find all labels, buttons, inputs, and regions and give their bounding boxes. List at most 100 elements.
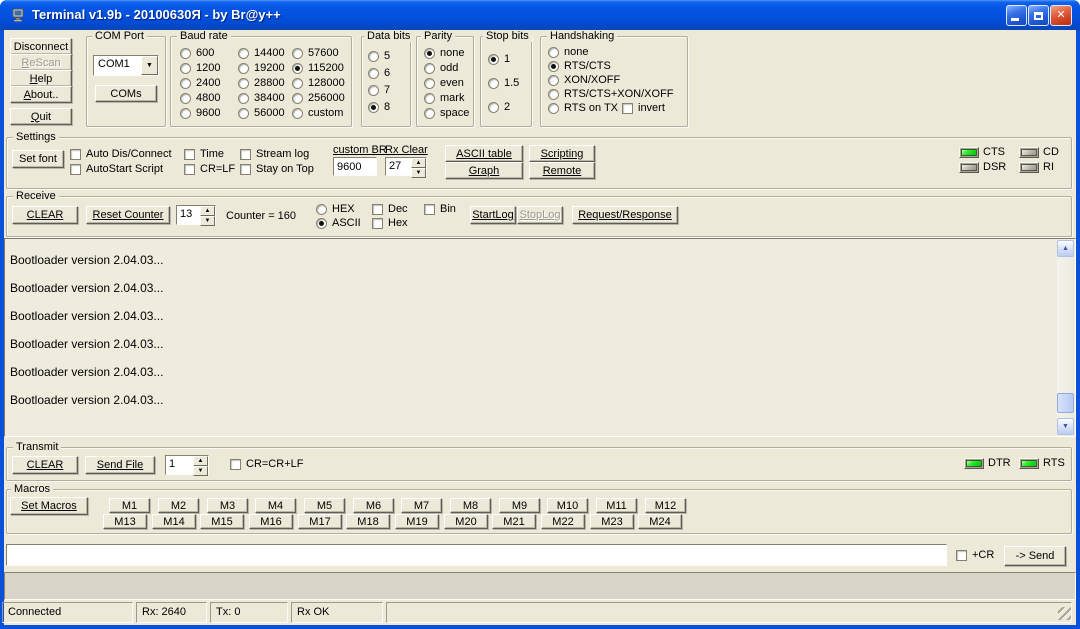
baud-57600-radio[interactable] xyxy=(292,48,303,59)
graph-button[interactable]: Graph xyxy=(445,162,523,179)
scroll-down-button[interactable]: ▼ xyxy=(1057,418,1074,435)
coms-button[interactable]: COMs xyxy=(95,85,157,102)
parity-none-radio[interactable] xyxy=(424,48,435,59)
send-file-button[interactable]: Send File xyxy=(85,456,155,474)
about-button[interactable]: About.. xyxy=(10,86,72,103)
transmit-clear-button[interactable]: CLEAR xyxy=(12,456,78,474)
macro-m9-button[interactable]: M9 xyxy=(499,498,540,513)
macro-m19-button[interactable]: M19 xyxy=(395,514,439,529)
baud-56000-radio[interactable] xyxy=(238,108,249,119)
stoplog-button[interactable]: StopLog xyxy=(517,206,563,224)
macro-m2-button[interactable]: M2 xyxy=(158,498,199,513)
stopbits-1-radio[interactable] xyxy=(488,54,499,65)
minimize-button[interactable] xyxy=(1006,5,1027,26)
autostart-script-checkbox[interactable] xyxy=(70,164,81,175)
help-button[interactable]: Help xyxy=(10,70,72,87)
baud-1200-radio[interactable] xyxy=(180,63,191,74)
hex-checkbox[interactable] xyxy=(372,218,383,229)
ascii-mode-radio[interactable] xyxy=(316,218,327,229)
resize-grip[interactable] xyxy=(1058,607,1071,620)
baud-115200-radio[interactable] xyxy=(292,63,303,74)
remote-button[interactable]: Remote xyxy=(529,162,595,179)
spin-down-icon[interactable]: ▼ xyxy=(193,466,208,476)
set-macros-button[interactable]: Set Macros xyxy=(10,497,88,515)
macro-m8-button[interactable]: M8 xyxy=(450,498,491,513)
receive-output-area[interactable]: Bootloader version 2.04.03... Bootloader… xyxy=(4,238,1076,437)
macro-m12-button[interactable]: M12 xyxy=(645,498,686,513)
baud-2400-radio[interactable] xyxy=(180,78,191,89)
baud-256000-radio[interactable] xyxy=(292,93,303,104)
stay-on-top-checkbox[interactable] xyxy=(240,164,251,175)
macro-m13-button[interactable]: M13 xyxy=(103,514,147,529)
databits-6-radio[interactable] xyxy=(368,68,379,79)
handshake-none-radio[interactable] xyxy=(548,47,559,58)
scroll-up-button[interactable]: ▲ xyxy=(1057,240,1074,257)
handshake-xonxoff-radio[interactable] xyxy=(548,75,559,86)
handshake-rtsontx-radio[interactable] xyxy=(548,103,559,114)
transmit-spinner[interactable]: 1 ▲ ▼ xyxy=(165,455,209,475)
com-port-select[interactable]: COM1 ▼ xyxy=(93,55,159,76)
macro-m5-button[interactable]: M5 xyxy=(304,498,345,513)
close-button[interactable]: ✕ xyxy=(1050,5,1072,26)
databits-5-radio[interactable] xyxy=(368,51,379,62)
time-checkbox[interactable] xyxy=(184,149,195,160)
baud-9600-radio[interactable] xyxy=(180,108,191,119)
macro-m21-button[interactable]: M21 xyxy=(492,514,536,529)
request-response-button[interactable]: Request/Response xyxy=(572,206,678,224)
stream-log-checkbox[interactable] xyxy=(240,149,251,160)
startlog-button[interactable]: StartLog xyxy=(470,206,516,224)
send-input[interactable] xyxy=(6,544,947,566)
crlf-checkbox[interactable] xyxy=(184,164,195,175)
macro-m17-button[interactable]: M17 xyxy=(298,514,342,529)
handshake-rtscts-radio[interactable] xyxy=(548,61,559,72)
custom-br-input[interactable] xyxy=(333,157,377,176)
spin-up-icon[interactable]: ▲ xyxy=(200,206,215,216)
macro-m18-button[interactable]: M18 xyxy=(346,514,390,529)
stopbits-15-radio[interactable] xyxy=(488,78,499,89)
disconnect-button[interactable]: Disconnect xyxy=(10,38,72,55)
databits-7-radio[interactable] xyxy=(368,85,379,96)
receive-scrollbar[interactable]: ▲ ▼ xyxy=(1057,240,1074,435)
macro-m10-button[interactable]: M10 xyxy=(547,498,588,513)
cr-crlf-checkbox[interactable] xyxy=(230,459,241,470)
macro-m11-button[interactable]: M11 xyxy=(596,498,637,513)
baud-38400-radio[interactable] xyxy=(238,93,249,104)
macro-m1-button[interactable]: M1 xyxy=(109,498,150,513)
dec-checkbox[interactable] xyxy=(372,204,383,215)
baud-14400-radio[interactable] xyxy=(238,48,249,59)
send-button[interactable]: -> Send xyxy=(1004,546,1066,566)
parity-even-radio[interactable] xyxy=(424,78,435,89)
spin-up-icon[interactable]: ▲ xyxy=(411,158,426,168)
spin-up-icon[interactable]: ▲ xyxy=(193,456,208,466)
handshake-both-radio[interactable] xyxy=(548,89,559,100)
reset-counter-button[interactable]: Reset Counter xyxy=(86,206,170,224)
baud-28800-radio[interactable] xyxy=(238,78,249,89)
auto-disconnect-checkbox[interactable] xyxy=(70,149,81,160)
titlebar[interactable]: Terminal v1.9b - 20100630Я - by Br@y++ ✕ xyxy=(0,0,1080,30)
macro-m24-button[interactable]: M24 xyxy=(638,514,682,529)
parity-space-radio[interactable] xyxy=(424,108,435,119)
baud-600-radio[interactable] xyxy=(180,48,191,59)
parity-odd-radio[interactable] xyxy=(424,63,435,74)
macro-m6-button[interactable]: M6 xyxy=(353,498,394,513)
maximize-button[interactable] xyxy=(1028,5,1049,26)
scroll-thumb[interactable] xyxy=(1057,393,1074,413)
macro-m7-button[interactable]: M7 xyxy=(401,498,442,513)
parity-mark-radio[interactable] xyxy=(424,93,435,104)
ascii-table-button[interactable]: ASCII table xyxy=(445,145,523,162)
macro-m14-button[interactable]: M14 xyxy=(152,514,196,529)
macro-m15-button[interactable]: M15 xyxy=(200,514,244,529)
macro-m4-button[interactable]: M4 xyxy=(255,498,296,513)
baud-4800-radio[interactable] xyxy=(180,93,191,104)
macro-m16-button[interactable]: M16 xyxy=(249,514,293,529)
baud-custom-radio[interactable] xyxy=(292,108,303,119)
rescan-button[interactable]: ReScan xyxy=(10,54,72,71)
macro-m22-button[interactable]: M22 xyxy=(541,514,585,529)
spin-down-icon[interactable]: ▼ xyxy=(411,168,426,178)
quit-button[interactable]: Quit xyxy=(10,108,72,125)
receive-count-spinner[interactable]: 13 ▲ ▼ xyxy=(176,205,216,225)
set-font-button[interactable]: Set font xyxy=(12,150,64,168)
baud-128000-radio[interactable] xyxy=(292,78,303,89)
invert-checkbox[interactable] xyxy=(622,103,633,114)
bin-checkbox[interactable] xyxy=(424,204,435,215)
